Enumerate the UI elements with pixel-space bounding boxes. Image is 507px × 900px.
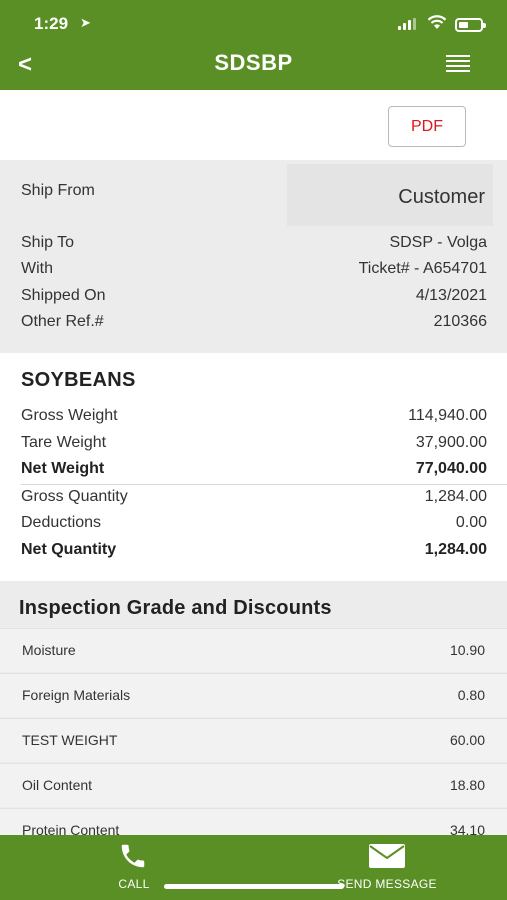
grade-value: 10.90 bbox=[449, 642, 485, 658]
row-label: Tare Weight bbox=[21, 434, 107, 451]
grade-label: TEST WEIGHT bbox=[22, 732, 118, 748]
row-value: 0.00 bbox=[455, 514, 487, 531]
location-arrow-icon: ➤ bbox=[80, 15, 91, 30]
row-label: Gross Quantity bbox=[21, 488, 128, 505]
pdf-button[interactable]: PDF bbox=[388, 106, 466, 147]
row-label: Net Quantity bbox=[21, 541, 117, 558]
phone-icon bbox=[121, 844, 145, 868]
grade-label: Moisture bbox=[22, 642, 76, 658]
call-tab[interactable]: CALL bbox=[84, 835, 184, 900]
wifi-icon bbox=[427, 15, 447, 29]
row-value: 114,940.00 bbox=[408, 407, 487, 424]
battery-icon bbox=[455, 18, 486, 32]
with-row: With Ticket# - A654701 bbox=[21, 260, 487, 282]
shipping-section: Ship From Customer Ship To SDSP - Volga … bbox=[0, 160, 507, 353]
shipped-on-row: Shipped On 4/13/2021 bbox=[21, 287, 487, 309]
gross-weight-row: Gross Weight 114,940.00 bbox=[21, 407, 487, 429]
divider bbox=[21, 484, 507, 485]
gross-quantity-row: Gross Quantity 1,284.00 bbox=[21, 488, 487, 510]
row-value: 210366 bbox=[433, 313, 487, 330]
row-value: 37,900.00 bbox=[415, 434, 487, 451]
grade-row-oil-content: Oil Content 18.80 bbox=[0, 763, 507, 807]
grade-value: 18.80 bbox=[449, 777, 485, 793]
grade-value: 60.00 bbox=[449, 732, 485, 748]
row-value: 4/13/2021 bbox=[415, 287, 487, 304]
actions-bar: PDF bbox=[0, 90, 507, 160]
ship-from-box: Customer bbox=[287, 164, 493, 226]
net-weight-row: Net Weight 77,040.00 bbox=[21, 460, 487, 482]
grade-value: 34.10 bbox=[449, 822, 485, 835]
mail-icon bbox=[369, 844, 405, 868]
inspection-title: Inspection Grade and Discounts bbox=[19, 597, 332, 619]
bottom-tab-bar: CALL SEND MESSAGE bbox=[0, 835, 507, 900]
row-value: Ticket# - A654701 bbox=[358, 260, 487, 277]
ship-from-value: Customer bbox=[398, 186, 485, 208]
row-value: 1,284.00 bbox=[424, 541, 487, 558]
commodity-name: SOYBEANS bbox=[21, 369, 136, 391]
row-label: With bbox=[21, 260, 53, 277]
inspection-section: Inspection Grade and Discounts Moisture … bbox=[0, 581, 507, 835]
ship-from-label: Ship From bbox=[21, 182, 95, 199]
navigation-bar: < SDSBP bbox=[0, 44, 507, 90]
row-label: Shipped On bbox=[21, 287, 106, 304]
grade-label: Protein Content bbox=[22, 822, 120, 835]
row-label: Ship To bbox=[21, 234, 75, 251]
grade-row-test-weight: TEST WEIGHT 60.00 bbox=[0, 718, 507, 762]
row-label: Gross Weight bbox=[21, 407, 118, 424]
status-bar: 1:29 ➤ bbox=[0, 0, 507, 44]
send-message-tab[interactable]: SEND MESSAGE bbox=[322, 835, 452, 900]
other-ref-row: Other Ref.# 210366 bbox=[21, 313, 487, 335]
commodity-section: SOYBEANS Gross Weight 114,940.00 Tare We… bbox=[0, 353, 507, 581]
tare-weight-row: Tare Weight 37,900.00 bbox=[21, 434, 487, 456]
hamburger-menu-icon[interactable] bbox=[446, 55, 470, 73]
row-value: SDSP - Volga bbox=[389, 234, 487, 251]
grade-row-moisture: Moisture 10.90 bbox=[0, 628, 507, 672]
grade-row-foreign-materials: Foreign Materials 0.80 bbox=[0, 673, 507, 717]
row-value: 77,040.00 bbox=[415, 460, 487, 477]
row-label: Deductions bbox=[21, 514, 102, 531]
row-label: Other Ref.# bbox=[21, 313, 104, 330]
page-title: SDSBP bbox=[214, 50, 293, 75]
status-time: 1:29 bbox=[34, 14, 69, 33]
net-quantity-row: Net Quantity 1,284.00 bbox=[21, 541, 487, 563]
row-value: 1,284.00 bbox=[424, 488, 487, 505]
deductions-row: Deductions 0.00 bbox=[21, 514, 487, 536]
ship-to-row: Ship To SDSP - Volga bbox=[21, 234, 487, 256]
grade-row-protein-content: Protein Content 34.10 bbox=[0, 808, 507, 835]
grade-value: 0.80 bbox=[457, 687, 485, 703]
cellular-signal-icon bbox=[398, 18, 416, 30]
row-label: Net Weight bbox=[21, 460, 105, 477]
grade-label: Oil Content bbox=[22, 777, 93, 793]
grade-label: Foreign Materials bbox=[22, 687, 131, 703]
home-indicator[interactable] bbox=[164, 884, 344, 889]
